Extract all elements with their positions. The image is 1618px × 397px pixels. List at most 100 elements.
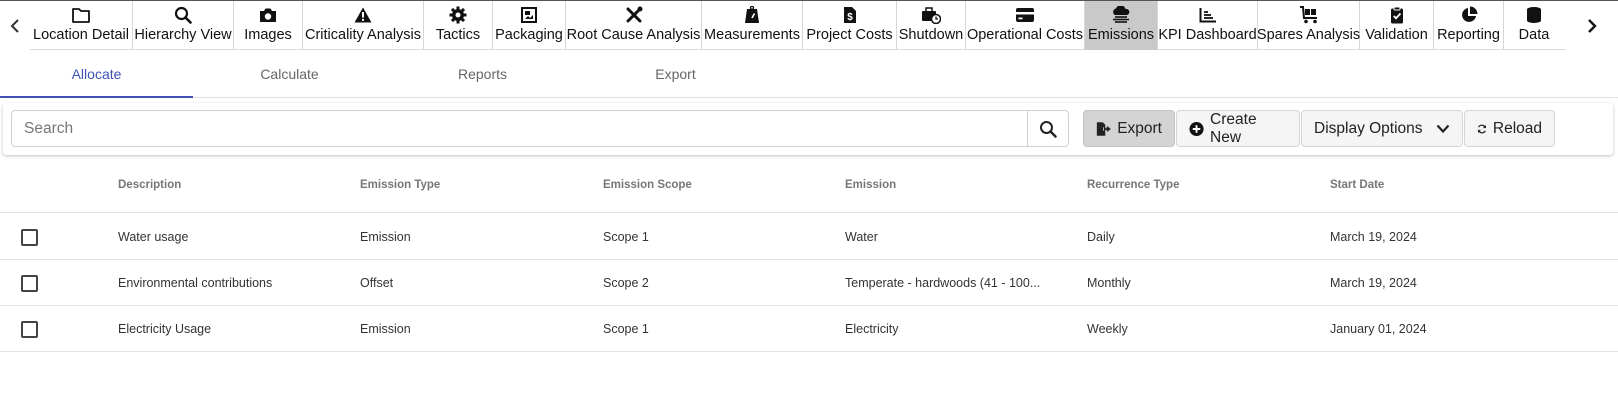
module-tactics[interactable]: Tactics <box>424 1 493 50</box>
module-list: Location Detail Hierarchy View Images Cr… <box>30 1 1596 50</box>
cloud-rain-icon <box>1111 5 1131 25</box>
module-label: Criticality Analysis <box>304 27 422 43</box>
column-header-emission[interactable]: Emission <box>845 179 896 191</box>
sub-tabs: Allocate Calculate Reports Export <box>0 50 1618 98</box>
module-images[interactable]: Images <box>234 1 303 50</box>
module-label: Project Costs <box>806 27 893 43</box>
module-label: Images <box>244 27 292 43</box>
module-toolbar: Location Detail Hierarchy View Images Cr… <box>0 0 1618 50</box>
module-kpi-dashboard[interactable]: KPI Dashboard <box>1158 1 1258 50</box>
search-button[interactable] <box>1028 110 1069 147</box>
module-label: Validation <box>1365 27 1428 43</box>
action-toolbar: Export Create New Display Options Reload <box>3 103 1613 155</box>
cell-emission-scope: Scope 2 <box>603 276 649 290</box>
cell-emission-type: Offset <box>360 276 394 290</box>
folder-icon <box>71 5 91 25</box>
tab-export[interactable]: Export <box>579 50 772 97</box>
money-file-icon: $ <box>840 5 860 25</box>
display-options-label: Display Options <box>1314 119 1423 137</box>
column-header-recurrence-type[interactable]: Recurrence Type <box>1087 179 1179 191</box>
cell-description: Water usage <box>118 230 189 244</box>
chevron-left-icon <box>10 18 19 33</box>
module-label: Spares Analysis <box>1256 27 1361 43</box>
module-label: Measurements <box>704 27 800 43</box>
line-chart-icon <box>1198 5 1218 25</box>
module-shutdown[interactable]: Shutdown <box>897 1 966 50</box>
tab-calculate[interactable]: Calculate <box>193 50 386 97</box>
cell-description: Environmental contributions <box>118 276 273 290</box>
module-criticality-analysis[interactable]: Criticality Analysis <box>303 1 424 50</box>
tab-reports[interactable]: Reports <box>386 50 579 97</box>
column-header-description[interactable]: Description <box>118 179 181 191</box>
cell-emission-scope: Scope 1 <box>603 322 649 336</box>
cell-recurrence-type: Monthly <box>1087 276 1131 290</box>
module-reporting[interactable]: Reporting <box>1434 1 1504 50</box>
file-export-icon <box>1096 121 1111 136</box>
tab-allocate[interactable]: Allocate <box>0 50 193 98</box>
row-checkbox[interactable] <box>21 275 38 292</box>
table-row[interactable]: Environmental contributions Offset Scope… <box>0 260 1618 306</box>
row-checkbox[interactable] <box>21 321 38 338</box>
camera-icon <box>258 5 278 25</box>
chevron-right-icon <box>1588 18 1597 33</box>
export-button[interactable]: Export <box>1083 110 1175 147</box>
search-icon <box>1040 120 1057 138</box>
tools-icon <box>624 5 644 25</box>
cart-icon <box>1299 5 1319 25</box>
module-data[interactable]: Data <box>1504 1 1564 50</box>
cell-description: Electricity Usage <box>118 322 212 336</box>
gauge-icon <box>742 5 762 25</box>
table-row[interactable]: Electricity Usage Emission Scope 1 Elect… <box>0 306 1618 352</box>
create-new-button[interactable]: Create New <box>1176 110 1300 147</box>
cell-emission-scope: Scope 1 <box>603 230 649 244</box>
database-icon <box>1524 5 1544 25</box>
column-header-start-date[interactable]: Start Date <box>1330 179 1384 191</box>
module-root-cause-analysis[interactable]: Root Cause Analysis <box>566 1 702 50</box>
column-header-emission-type[interactable]: Emission Type <box>360 179 440 191</box>
module-label: Reporting <box>1437 27 1500 43</box>
scroll-right-button[interactable] <box>1566 1 1618 50</box>
pie-chart-icon <box>1459 5 1479 25</box>
briefcase-clock-icon <box>921 5 941 25</box>
module-label: KPI Dashboard <box>1158 27 1257 43</box>
cell-recurrence-type: Daily <box>1087 230 1115 244</box>
module-label: Operational Costs <box>966 27 1084 43</box>
module-validation[interactable]: Validation <box>1360 1 1434 50</box>
module-project-costs[interactable]: $ Project Costs <box>803 1 897 50</box>
module-label: Tactics <box>435 27 481 43</box>
export-label: Export <box>1117 119 1162 137</box>
module-label: Location Detail <box>33 27 129 43</box>
reload-button[interactable]: Reload <box>1464 110 1555 147</box>
table-row[interactable]: Water usage Emission Scope 1 Water Daily… <box>0 214 1618 260</box>
cell-recurrence-type: Weekly <box>1087 322 1128 336</box>
display-options-dropdown[interactable]: Display Options <box>1301 110 1463 147</box>
gear-icon <box>448 5 468 25</box>
table-header: Description Emission Type Emission Scope… <box>0 160 1618 213</box>
cell-start-date: March 19, 2024 <box>1330 276 1417 290</box>
create-new-label: Create New <box>1210 110 1257 146</box>
module-label: Packaging <box>495 27 563 43</box>
refresh-icon <box>1477 124 1486 133</box>
cell-emission: Water <box>845 230 878 244</box>
plus-circle-icon <box>1189 121 1204 136</box>
module-measurements[interactable]: Measurements <box>702 1 803 50</box>
row-checkbox[interactable] <box>21 229 38 246</box>
search-input[interactable] <box>11 110 1028 147</box>
module-emissions[interactable]: Emissions <box>1085 1 1158 50</box>
credit-card-icon <box>1015 5 1035 25</box>
module-label: Shutdown <box>898 27 964 43</box>
module-location-detail[interactable]: Location Detail <box>30 1 133 50</box>
module-operational-costs[interactable]: Operational Costs <box>966 1 1085 50</box>
module-hierarchy-view[interactable]: Hierarchy View <box>133 1 234 50</box>
module-spares-analysis[interactable]: Spares Analysis <box>1256 1 1361 50</box>
module-label: Hierarchy View <box>134 27 232 43</box>
cell-emission-type: Emission <box>360 322 411 336</box>
cell-start-date: March 19, 2024 <box>1330 230 1417 244</box>
scroll-left-button[interactable] <box>0 1 30 50</box>
module-label: Emissions <box>1087 27 1155 43</box>
module-packaging[interactable]: Packaging <box>493 1 566 50</box>
cell-emission: Electricity <box>845 322 899 336</box>
cell-emission: Temperate - hardwoods (41 - 100... <box>845 276 1041 290</box>
column-header-emission-scope[interactable]: Emission Scope <box>603 179 692 191</box>
cell-emission-type: Emission <box>360 230 411 244</box>
